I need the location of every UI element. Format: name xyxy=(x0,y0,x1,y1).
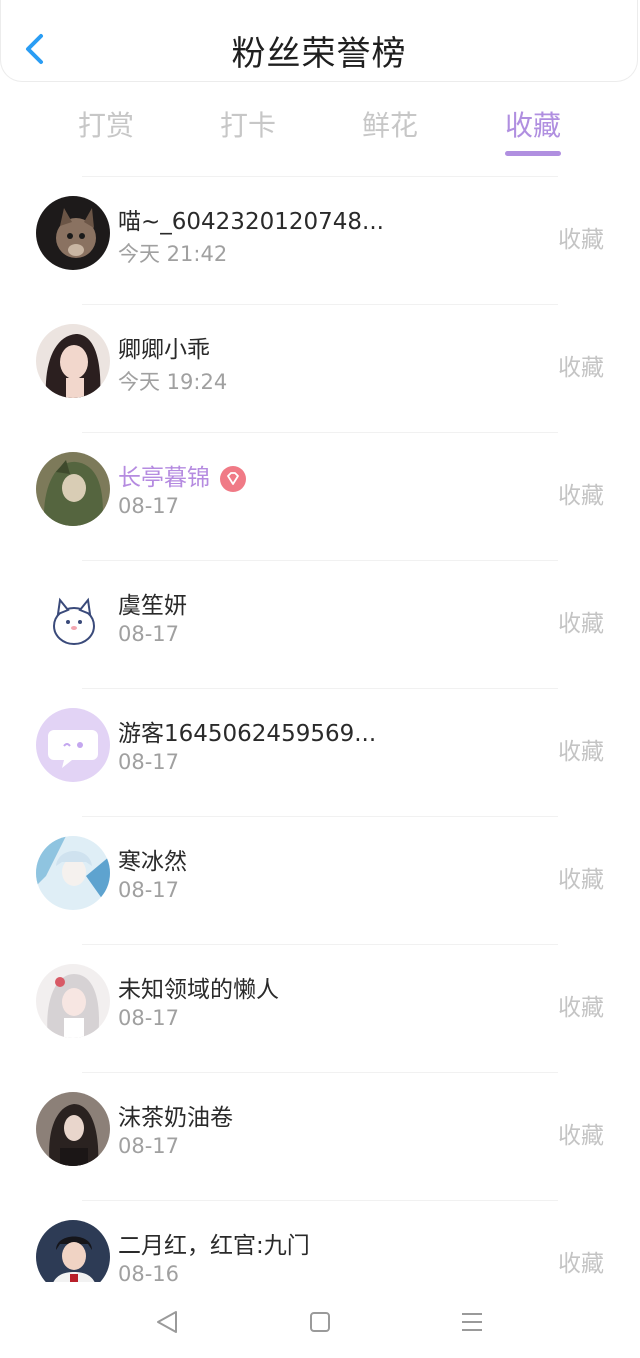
list-item[interactable]: 虞笙妍 08-17 收藏 xyxy=(0,560,640,688)
user-name-text: 长亭暮锦 xyxy=(118,465,210,491)
list-item[interactable]: 二月红，红官:九门 08-16 收藏 xyxy=(0,1200,640,1282)
timestamp: 08-17 xyxy=(118,878,180,902)
user-name: 沫茶奶油卷 xyxy=(118,1105,233,1131)
fan-list[interactable]: 喵~_6042320120748... 今天 21:42 收藏 卿卿小乖 今天 … xyxy=(0,176,640,1282)
divider xyxy=(82,1200,558,1201)
action-label: 收藏 xyxy=(558,739,604,765)
list-item[interactable]: 长亭暮锦 08-17 收藏 xyxy=(0,432,640,560)
page-title: 粉丝荣誉榜 xyxy=(231,34,407,74)
action-label: 收藏 xyxy=(558,611,604,637)
user-name: 寒冰然 xyxy=(118,849,187,875)
list-item[interactable]: 卿卿小乖 今天 19:24 收藏 xyxy=(0,304,640,432)
avatar[interactable] xyxy=(36,1092,110,1166)
timestamp: 08-17 xyxy=(118,494,180,518)
divider xyxy=(82,560,558,561)
divider xyxy=(82,688,558,689)
action-label: 收藏 xyxy=(558,483,604,509)
timestamp: 08-17 xyxy=(118,1006,180,1030)
timestamp: 08-17 xyxy=(118,622,180,646)
tab-bar: 打赏 打卡 鲜花 收藏 xyxy=(0,100,640,160)
action-label: 收藏 xyxy=(558,355,604,381)
action-label: 收藏 xyxy=(558,1123,604,1149)
user-name: 虞笙妍 xyxy=(118,593,187,619)
tab-reward[interactable]: 打赏 xyxy=(46,104,166,144)
timestamp: 08-17 xyxy=(118,750,180,774)
divider xyxy=(82,304,558,305)
timestamp: 今天 21:42 xyxy=(118,242,228,266)
avatar[interactable] xyxy=(36,1220,110,1282)
list-item[interactable]: 游客1645062459569... 08-17 收藏 xyxy=(0,688,640,816)
divider xyxy=(82,1072,558,1073)
timestamp: 今天 19:24 xyxy=(118,370,228,394)
user-name: 未知领域的懒人 xyxy=(118,977,279,1003)
tab-flowers[interactable]: 鲜花 xyxy=(330,104,450,144)
user-name: 喵~_6042320120748... xyxy=(118,209,384,235)
action-label: 收藏 xyxy=(558,227,604,253)
divider xyxy=(82,432,558,433)
timestamp: 08-17 xyxy=(118,1134,180,1158)
user-name: 二月红，红官:九门 xyxy=(118,1233,310,1259)
divider xyxy=(82,816,558,817)
menu-lines-icon[interactable] xyxy=(452,1302,492,1342)
divider xyxy=(82,944,558,945)
back-triangle-icon[interactable] xyxy=(148,1302,188,1342)
action-label: 收藏 xyxy=(558,867,604,893)
avatar[interactable] xyxy=(36,580,110,654)
list-item[interactable]: 沫茶奶油卷 08-17 收藏 xyxy=(0,1072,640,1200)
tab-favorites[interactable]: 收藏 xyxy=(473,104,593,144)
home-square-icon[interactable] xyxy=(300,1302,340,1342)
avatar[interactable] xyxy=(36,836,110,910)
list-item[interactable]: 寒冰然 08-17 收藏 xyxy=(0,816,640,944)
user-name: 长亭暮锦 xyxy=(118,458,246,492)
avatar[interactable] xyxy=(36,452,110,526)
avatar[interactable] xyxy=(36,708,110,782)
action-label: 收藏 xyxy=(558,995,604,1021)
list-item[interactable]: 喵~_6042320120748... 今天 21:42 收藏 xyxy=(0,176,640,304)
avatar[interactable] xyxy=(36,196,110,270)
avatar[interactable] xyxy=(36,964,110,1038)
list-item[interactable]: 未知领域的懒人 08-17 收藏 xyxy=(0,944,640,1072)
action-label: 收藏 xyxy=(558,1251,604,1277)
divider xyxy=(82,176,558,177)
user-name: 游客1645062459569... xyxy=(118,721,377,747)
user-name: 卿卿小乖 xyxy=(118,337,210,363)
diamond-icon xyxy=(220,465,246,492)
timestamp: 08-16 xyxy=(118,1262,180,1282)
avatar[interactable] xyxy=(36,324,110,398)
system-navbar xyxy=(0,1282,640,1358)
top-header: 粉丝荣誉榜 xyxy=(0,0,638,82)
tab-checkin[interactable]: 打卡 xyxy=(188,104,308,144)
active-tab-indicator xyxy=(505,151,561,156)
